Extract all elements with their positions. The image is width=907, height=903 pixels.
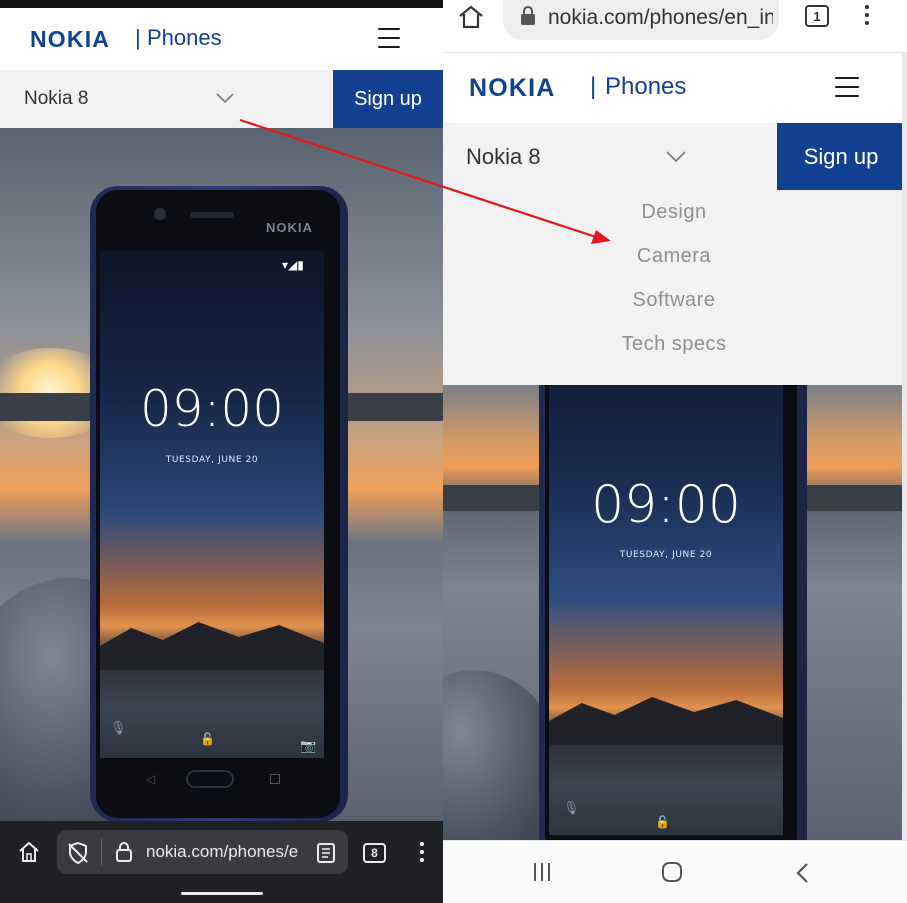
url-bar[interactable]: nokia.com/phones/e	[57, 830, 348, 874]
tab-counter-button[interactable]: 1	[805, 5, 829, 27]
scroll-edge	[902, 52, 907, 852]
url-bar[interactable]: nokia.com/phones/en_in	[503, 0, 779, 40]
sign-up-button[interactable]: Sign up	[777, 123, 905, 190]
site-header: NOKIA | Phones	[0, 8, 443, 70]
phone-brand-label: NOKIA	[266, 220, 313, 235]
model-selector-bar: Nokia 8 Sign up	[0, 70, 443, 128]
sign-up-button[interactable]: Sign up	[333, 70, 443, 128]
microphone-icon: 🎙	[563, 800, 580, 815]
microphone-icon: 🎙	[110, 720, 127, 735]
menu-item-camera[interactable]: Camera	[443, 245, 905, 268]
chevron-down-icon[interactable]	[665, 150, 687, 163]
hero-image: 09:00 TUESDAY, JUNE 20 🎙 🔓	[443, 385, 905, 840]
reader-mode-icon[interactable]	[316, 842, 336, 864]
browser-toolbar: nokia.com/phones/en_in 1	[443, 0, 907, 52]
model-dropdown-menu: Design Camera Software Tech specs	[443, 190, 905, 385]
lockscreen-clock: 09:00	[139, 380, 285, 438]
lock-icon	[116, 842, 132, 862]
model-selector-bar: Nokia 8 Sign up	[443, 123, 905, 190]
lockscreen-date: TUESDAY, JUNE 20	[165, 455, 259, 465]
home-button-icon	[186, 770, 234, 788]
tracking-shield-icon[interactable]	[66, 841, 90, 865]
logo-separator: |	[135, 25, 141, 50]
phone-lockscreen: ▾◢▮ 09:00 TUESDAY, JUNE 20 🎙 🔓 📷	[100, 250, 324, 758]
nokia-logo[interactable]: NOKIA	[469, 74, 556, 103]
phones-link[interactable]: Phones	[605, 73, 686, 101]
hamburger-menu-icon[interactable]	[835, 77, 859, 97]
phone-image: NOKIA ▾◢▮ 09:00 TUESDAY, JUNE 20 🎙 🔓 📷 ◁	[90, 186, 348, 821]
menu-item-tech-specs[interactable]: Tech specs	[443, 333, 905, 356]
left-screenshot: NOKIA | Phones Nokia 8 Sign up NOKIA ▾◢▮	[0, 0, 443, 903]
url-text[interactable]: nokia.com/phones/e	[146, 842, 301, 862]
model-select[interactable]: Nokia 8	[466, 144, 541, 170]
right-screenshot: nokia.com/phones/en_in 1 NOKIA | Phones …	[443, 0, 907, 903]
lockscreen-date: TUESDAY, JUNE 20	[619, 550, 713, 560]
status-strip	[0, 0, 443, 8]
url-text[interactable]: nokia.com/phones/en_in	[548, 6, 773, 30]
menu-item-software[interactable]: Software	[443, 289, 905, 312]
lock-icon: 🔓	[200, 732, 215, 746]
site-header: NOKIA | Phones	[443, 52, 905, 123]
more-options-icon[interactable]	[865, 5, 869, 29]
menu-item-design[interactable]: Design	[443, 201, 905, 224]
back-icon: ◁	[146, 772, 156, 786]
phone-image: 09:00 TUESDAY, JUNE 20 🎙 🔓	[539, 385, 807, 840]
browser-bottom-bar: nokia.com/phones/e 8	[0, 821, 443, 903]
lockscreen-clock: 09:00	[591, 475, 741, 535]
gesture-bar	[181, 892, 263, 895]
hero-image: NOKIA ▾◢▮ 09:00 TUESDAY, JUNE 20 🎙 🔓 📷 ◁	[0, 128, 443, 821]
phone-lockscreen: 09:00 TUESDAY, JUNE 20 🎙 🔓	[549, 385, 783, 835]
camera-icon: 📷	[300, 738, 317, 753]
signal-icon: ▾◢▮	[282, 258, 304, 272]
lock-icon	[521, 6, 535, 25]
nokia-logo[interactable]: NOKIA	[30, 26, 110, 53]
recents-icon	[270, 774, 280, 784]
lock-icon: 🔓	[655, 815, 670, 829]
tab-counter-button[interactable]: 8	[363, 843, 386, 863]
home-icon[interactable]	[457, 4, 485, 30]
chevron-down-icon[interactable]	[215, 92, 235, 104]
hamburger-menu-icon[interactable]	[378, 28, 400, 48]
recents-icon[interactable]	[534, 863, 552, 881]
back-icon[interactable]	[795, 862, 809, 884]
phones-link[interactable]: Phones	[147, 25, 222, 51]
home-icon[interactable]	[17, 841, 41, 863]
android-nav-bar	[443, 840, 907, 903]
more-options-icon[interactable]	[420, 842, 424, 866]
home-button-icon[interactable]	[662, 862, 682, 882]
logo-separator: |	[590, 73, 597, 100]
model-select[interactable]: Nokia 8	[24, 88, 88, 110]
